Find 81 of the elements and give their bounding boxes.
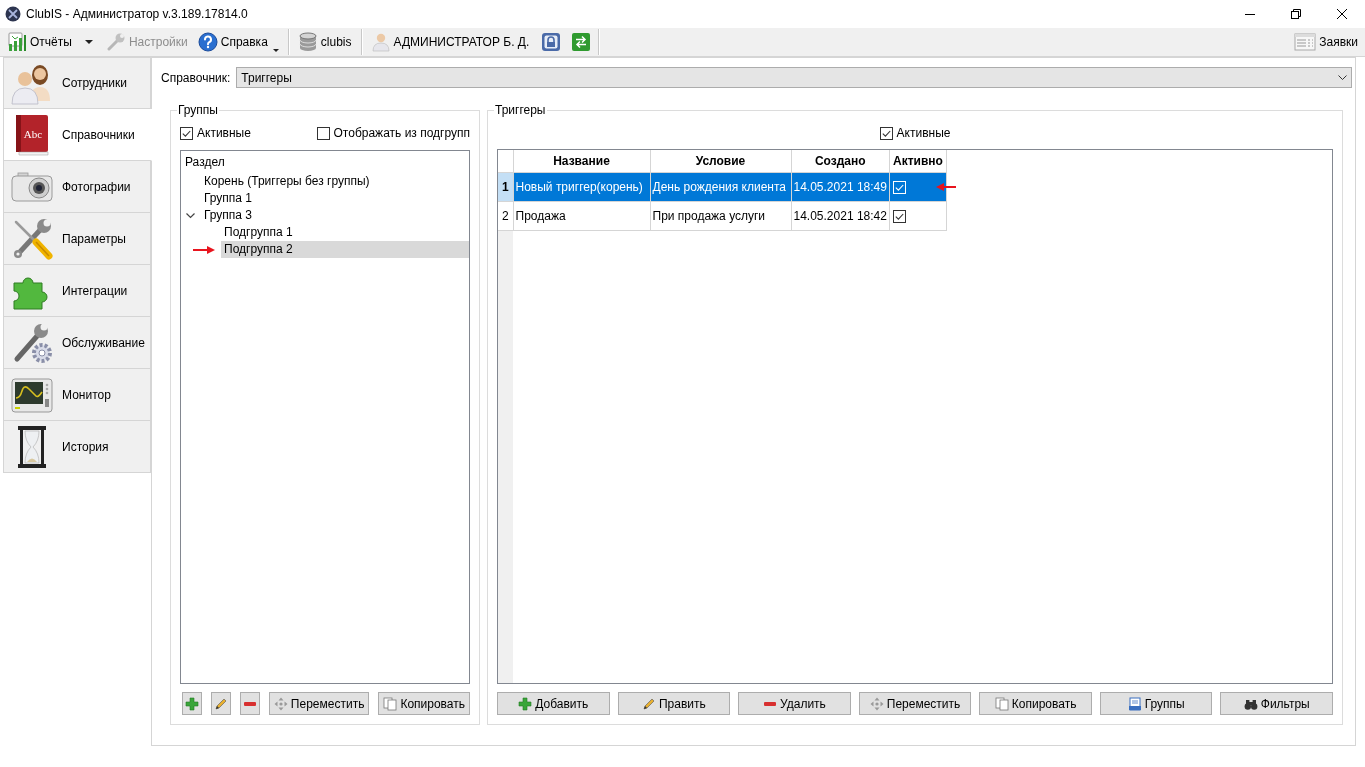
column-header[interactable]: Условие — [650, 150, 791, 173]
dropdown-arrow-icon[interactable] — [272, 49, 279, 52]
plus-icon — [518, 696, 533, 711]
action-button[interactable]: Копировать — [378, 692, 470, 715]
row-number: 2 — [498, 201, 513, 231]
list-icon — [1294, 32, 1317, 52]
copy-icon — [994, 696, 1009, 711]
table-cell: При продажа услуги — [650, 201, 791, 231]
table-cell: 14.05.2021 18:49 — [791, 172, 890, 202]
copy-icon — [383, 696, 398, 711]
table-cell: 14.05.2021 18:42 — [791, 201, 890, 231]
checkbox[interactable] — [892, 209, 906, 223]
action-button[interactable]: Переместить — [268, 692, 370, 715]
tree-item[interactable]: Группа 3 — [201, 207, 469, 224]
dropdown[interactable]: Триггеры — [236, 67, 1352, 88]
sidebar-item[interactable]: История — [3, 421, 151, 473]
window-title: ClubIS - Администратор v.3.189.17814.0 — [26, 7, 248, 21]
sidebar-item[interactable]: Параметры — [3, 213, 151, 265]
checkbox[interactable] — [316, 126, 330, 140]
table-row[interactable]: 1 Новый триггер(корень) День рождения клиента 14.05.2021 18:49 — [498, 172, 947, 202]
action-button[interactable]: Группы — [1099, 692, 1213, 715]
checkbox-label: Отображать из подгрупп — [333, 126, 470, 140]
toolbar-button[interactable]: Отчёты — [4, 30, 75, 54]
swap-arrows-icon[interactable] — [571, 32, 592, 52]
checkbox[interactable] — [879, 126, 893, 140]
database-icon — [297, 32, 318, 52]
icon-button[interactable] — [210, 692, 231, 715]
toolbar-button[interactable]: АДМИНИСТРАТОР Б. Д. — [367, 30, 533, 54]
action-button[interactable]: Править — [617, 692, 731, 715]
plus-icon — [184, 696, 199, 711]
chart-icon — [7, 32, 27, 52]
sidebar-item[interactable]: Abc Справочники — [3, 109, 152, 161]
lock-icon[interactable] — [541, 32, 562, 52]
wrench-icon — [105, 32, 126, 52]
help-icon — [197, 32, 218, 52]
chevron-icon[interactable] — [186, 211, 195, 220]
column-header[interactable]: Создано — [791, 150, 890, 173]
four-arrows-icon — [869, 696, 884, 711]
pencil-icon — [641, 696, 656, 711]
action-button[interactable]: Переместить — [858, 692, 972, 715]
checkbox-label: Активные — [197, 126, 251, 140]
action-button[interactable]: Добавить — [497, 692, 610, 715]
user-icon — [370, 32, 391, 52]
tree-item[interactable]: Группа 1 — [201, 190, 469, 207]
app-icon — [5, 6, 21, 22]
column-header[interactable]: Название — [513, 150, 650, 173]
toolbar-button[interactable]: Заявки — [1291, 30, 1361, 54]
table-cell: Новый триггер(корень) — [513, 172, 650, 202]
panel-title: Триггеры — [494, 103, 547, 117]
table-cell: Продажа — [513, 201, 650, 231]
action-button[interactable]: Удалить — [738, 692, 851, 715]
sidebar-item[interactable]: Интеграции — [3, 265, 151, 317]
action-button[interactable]: Фильтры — [1220, 692, 1334, 715]
close-icon[interactable] — [1337, 9, 1347, 19]
sidebar-item[interactable]: Обслуживание — [3, 317, 151, 369]
field-label: Справочник: — [161, 70, 231, 85]
panel-title: Группы — [177, 103, 219, 117]
checkbox[interactable] — [180, 126, 193, 140]
pencil-icon — [213, 696, 228, 711]
toolbar-button[interactable]: clubis — [294, 30, 355, 54]
table-cell: День рождения клиента — [650, 172, 791, 202]
table-row[interactable]: 2 Продажа При продажа услуги 14.05.2021 18:42 — [498, 201, 947, 231]
toolbar-button[interactable]: Справка — [194, 30, 282, 54]
tree-item[interactable]: Подгруппа 1 — [221, 224, 469, 241]
icon-button[interactable] — [239, 692, 260, 715]
four-arrows-icon — [273, 696, 288, 711]
tree-item[interactable]: Корень (Триггеры без группы) — [201, 173, 469, 190]
chevron-down-icon — [1338, 75, 1347, 80]
row-number: 1 — [498, 172, 513, 202]
sidebar-item[interactable]: Сотрудники — [3, 57, 151, 109]
document-icon — [1127, 696, 1142, 711]
action-button[interactable]: Копировать — [979, 692, 1092, 715]
restore-icon[interactable] — [1291, 9, 1301, 19]
dropdown-arrow-icon[interactable] — [84, 40, 93, 44]
tree-heading: Раздел — [184, 154, 226, 171]
column-header[interactable]: Активно — [889, 150, 947, 173]
icon-button[interactable] — [182, 692, 202, 715]
sidebar-item[interactable]: Фотографии — [3, 161, 151, 213]
checkbox-label: Активные — [896, 126, 951, 140]
sidebar-item[interactable]: Монитор — [3, 369, 151, 421]
tree-item[interactable]: Подгруппа 2 — [221, 241, 469, 258]
